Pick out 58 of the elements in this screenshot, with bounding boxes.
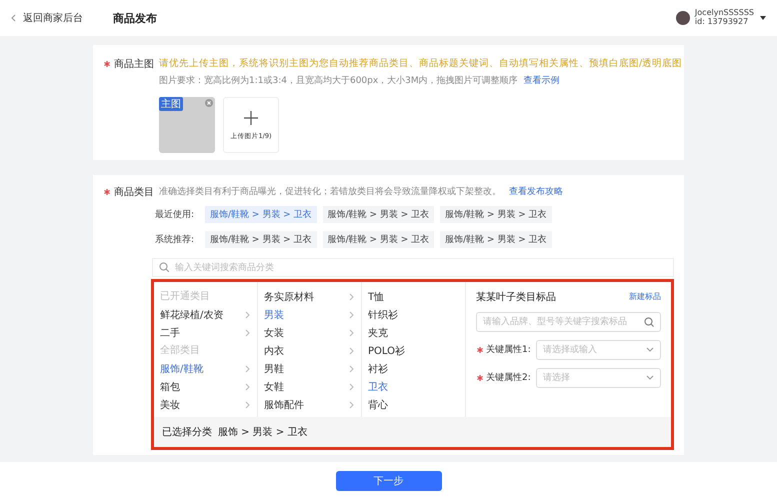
category-item[interactable]: POLO衫	[362, 342, 465, 360]
category-item[interactable]: 服饰/鞋靴	[154, 360, 257, 378]
category-item[interactable]: 针织衫	[362, 306, 465, 324]
back-link[interactable]: 返回商家后台	[10, 11, 83, 25]
selected-label: 已选择分类	[162, 426, 212, 439]
avatar	[676, 11, 690, 25]
category-tag[interactable]: 服饰/鞋靴 > 男装 > 卫衣	[322, 206, 434, 223]
category-tag[interactable]: 服饰/鞋靴 > 男装 > 卫衣	[205, 231, 317, 248]
row-label: 最近使用:	[155, 208, 196, 221]
attribute-label: 关键属性1:	[486, 344, 531, 356]
group-header: 已开通类目	[159, 290, 211, 304]
category-item[interactable]: 服饰配件	[258, 396, 361, 414]
search-icon	[159, 262, 169, 272]
requirement-text: 图片要求：宽高比例为1:1或3:4，且宽高均大于600px，大小3M内，拖拽图片可调整顺序	[159, 76, 518, 86]
chevron-down-icon	[646, 346, 654, 354]
category-tag[interactable]: 服饰/鞋靴 > 男装 > 卫衣	[440, 206, 552, 223]
page-title: 商品发布	[113, 10, 157, 26]
panel-title: 某某叶子类目标品	[476, 290, 556, 304]
search-icon	[644, 316, 654, 327]
category-item[interactable]: 鲜花绿植/农资	[154, 306, 257, 324]
guide-link[interactable]: 查看发布攻略	[509, 187, 563, 197]
category-item[interactable]: 箱包	[154, 378, 257, 396]
new-product-link[interactable]: 新建标品	[629, 291, 661, 302]
category-tag[interactable]: 服饰/鞋靴 > 男装 > 卫衣	[205, 206, 317, 223]
row-label: 系统推荐:	[155, 234, 196, 246]
category-item[interactable]: 男装	[258, 306, 361, 324]
category-tag[interactable]: 服饰/鞋靴 > 男装 > 卫衣	[322, 231, 434, 248]
example-link[interactable]: 查看示例	[524, 76, 560, 86]
category-tag[interactable]: 服饰/鞋靴 > 男装 > 卫衣	[440, 231, 552, 248]
category-item[interactable]: T恤	[362, 288, 465, 306]
category-item[interactable]: 卫衣	[362, 378, 465, 396]
hint-text: 准确选择类目有利于商品曝光，促进转化；若错放类目将会导致流量降权或下架整改。	[159, 187, 501, 197]
user-id: id: 13793927	[694, 18, 750, 27]
hint-text: 请优先上传主图，系统将识别主图为您自动推荐商品类目、商品标题关键词、自动填写相关属性、预填白底图/透明底图	[159, 57, 682, 70]
field-label: 商品类目	[114, 186, 154, 199]
selected-path: 服饰 > 男装 > 卫衣	[218, 426, 308, 439]
main-image-badge: 主图	[159, 97, 183, 111]
next-button[interactable]: 下一步	[336, 471, 442, 491]
category-item[interactable]: 内衣	[258, 342, 361, 360]
category-item[interactable]: 女装	[258, 324, 361, 342]
category-item[interactable]: 男鞋	[258, 360, 361, 378]
category-item[interactable]: 衬衫	[362, 360, 465, 378]
photo-placeholder	[159, 97, 215, 153]
field-label: 商品主图	[114, 58, 154, 71]
caret-icon	[759, 14, 767, 22]
back-icon	[10, 14, 17, 22]
user-name: JocelynSSSSSS	[694, 9, 754, 18]
group-header: 全部类目	[159, 344, 201, 358]
category-item[interactable]: 夹克	[362, 324, 465, 342]
category-item[interactable]: 二手	[154, 324, 257, 342]
category-item[interactable]: 女鞋	[258, 378, 361, 396]
plus-icon	[243, 110, 259, 126]
attribute-label: 关键属性2:	[486, 372, 531, 384]
category-item[interactable]: 美妆	[154, 396, 257, 414]
chevron-down-icon	[646, 374, 654, 382]
close-icon[interactable]	[205, 99, 213, 107]
category-item[interactable]: 背心	[362, 396, 465, 414]
category-item[interactable]: 务实原材料	[258, 288, 361, 306]
